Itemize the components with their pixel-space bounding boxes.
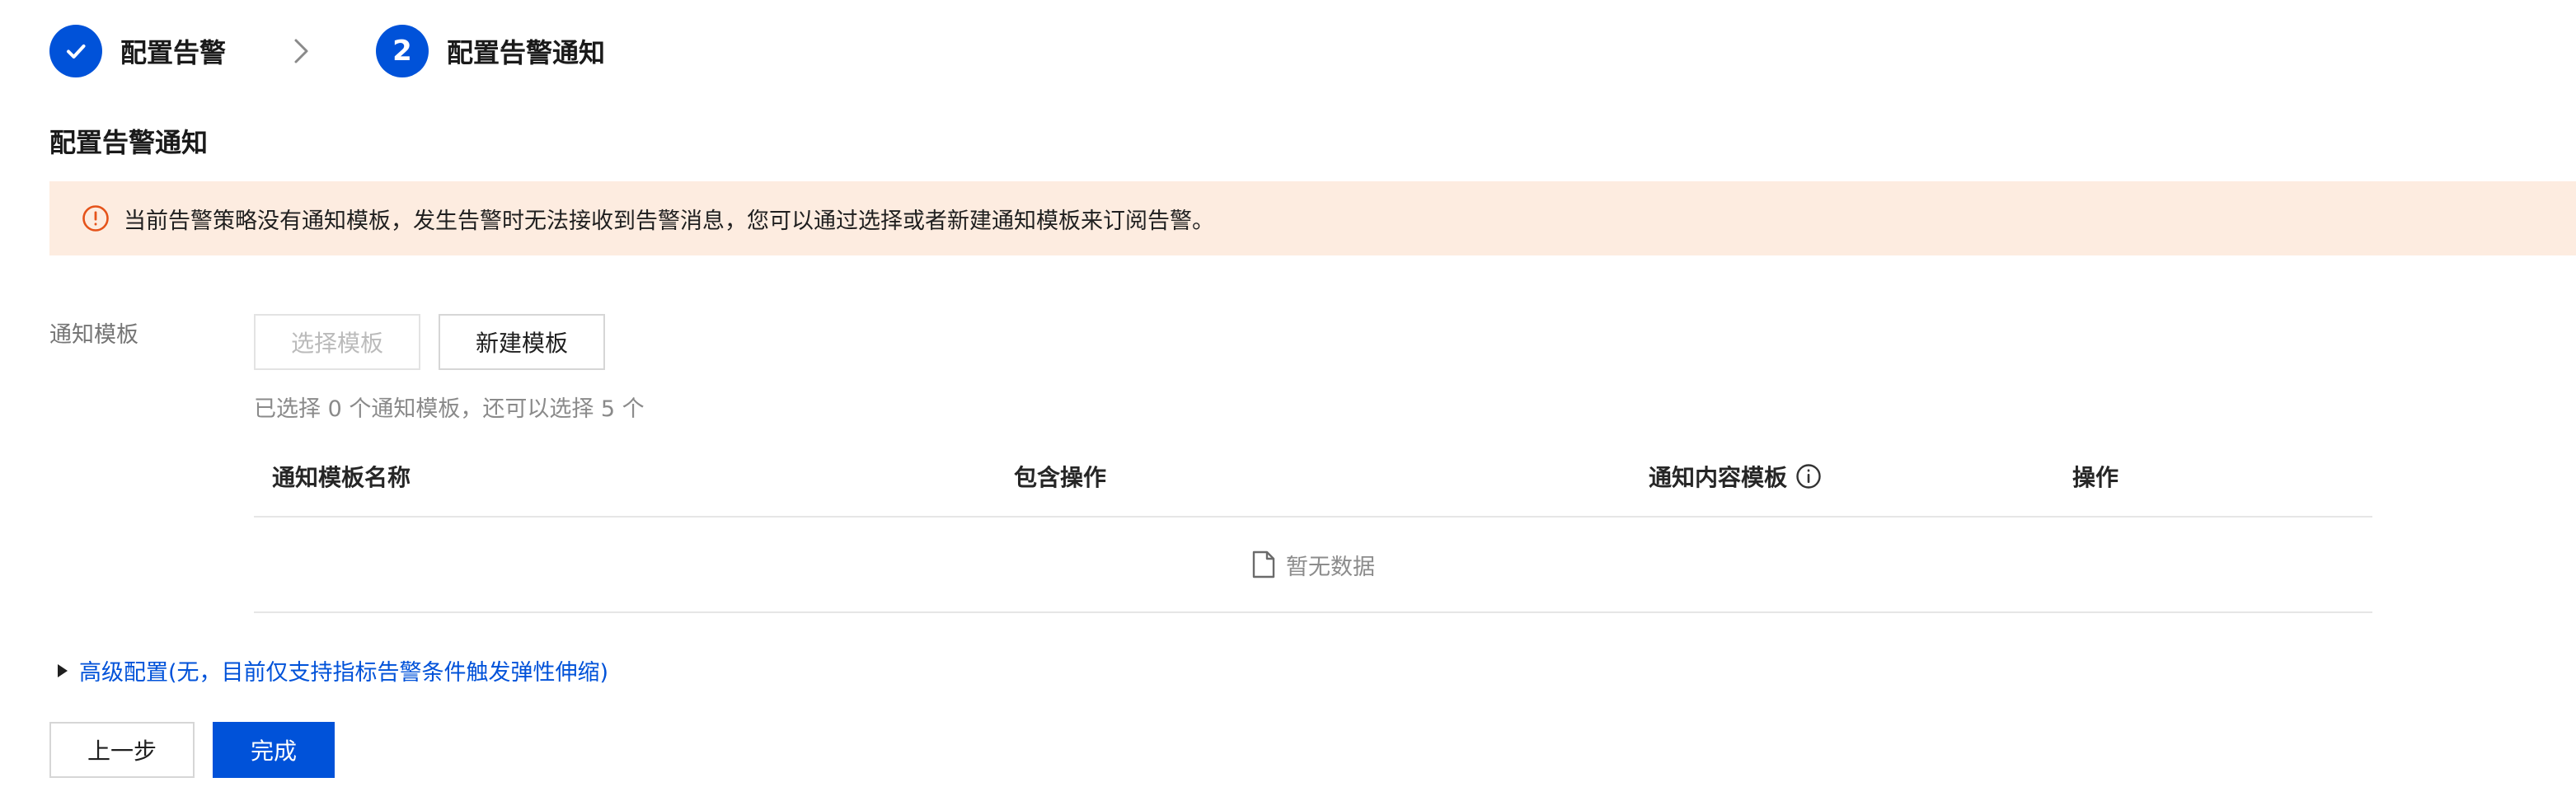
selection-hint: 已选择 0 个通知模板，还可以选择 5 个 [254,396,645,422]
column-header-operation: 操作 [2072,464,2119,491]
advanced-config-toggle[interactable]: 高级配置(无，目前仅支持指标告警条件触发弹性伸缩) [58,654,608,686]
column-header-content-template: 通知内容模板 [1649,437,1822,516]
empty-text: 暂无数据 [1286,554,1375,580]
table-empty-row: 暂无数据 [254,518,2372,613]
step-label: 配置告警 [120,37,227,68]
steps-bar: 配置告警 2 配置告警通知 [49,23,605,79]
column-header-label: 通知内容模板 [1649,464,1788,491]
info-icon[interactable] [1795,463,1822,490]
template-table: 通知模板名称 包含操作 通知内容模板 操作 暂无数据 [254,437,2372,613]
notification-template-label: 通知模板 [49,322,138,348]
warning-alert: 当前告警策略没有通知模板，发生告警时无法接收到告警消息，您可以通过选择或者新建通… [49,181,2576,255]
file-icon [1251,550,1276,578]
select-template-button[interactable]: 选择模板 [254,314,420,370]
caret-right-icon [58,663,68,677]
step-configure-alarm: 配置告警 [49,25,226,77]
warning-circle-icon [81,204,110,233]
check-icon [67,44,86,59]
column-header-actions-included: 包含操作 [1014,464,1107,491]
page: 配置告警 2 配置告警通知 配置告警通知 当前告警策略没有通知模板，发生告警时无… [0,0,2576,801]
alert-message: 当前告警策略没有通知模板，发生告警时无法接收到告警消息，您可以通过选择或者新建通… [124,208,1214,234]
section-title: 配置告警通知 [49,127,209,158]
table-header: 通知模板名称 包含操作 通知内容模板 操作 [254,437,2372,518]
step-label: 配置告警通知 [447,37,606,68]
previous-step-button[interactable]: 上一步 [49,722,195,778]
advanced-config-label: 高级配置(无，目前仅支持指标告警条件触发弹性伸缩) [79,660,609,686]
new-template-button[interactable]: 新建模板 [439,314,605,370]
chevron-right-icon [280,37,323,65]
step-done-circle [49,25,102,77]
step-number-circle: 2 [376,25,429,77]
done-button[interactable]: 完成 [213,722,335,778]
column-header-name: 通知模板名称 [272,464,411,491]
step-configure-notification: 2 配置告警通知 [376,25,605,77]
